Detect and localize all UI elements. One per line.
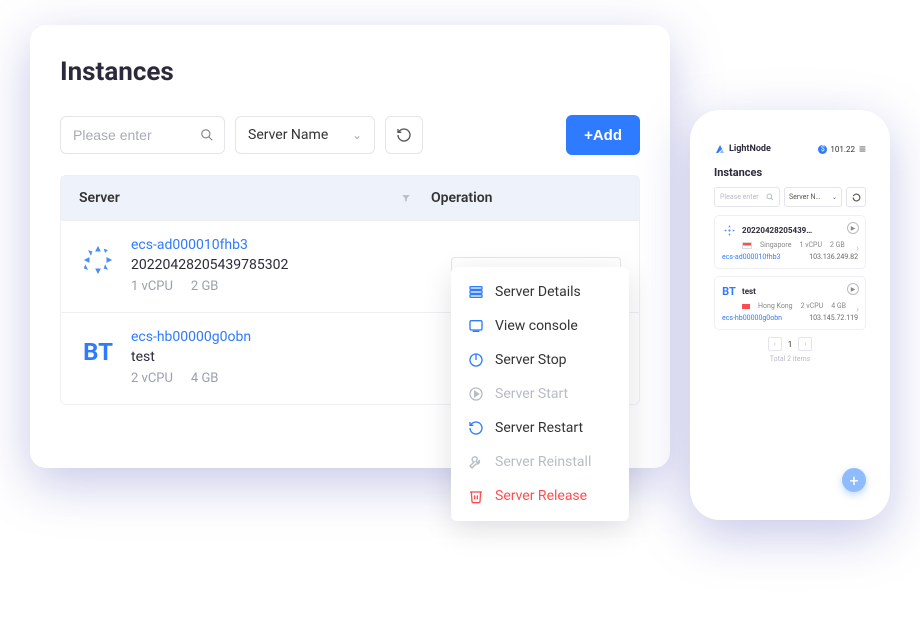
console-icon <box>467 317 485 335</box>
server-name-link[interactable]: ecs-ad000010fhb3 <box>131 237 451 253</box>
instances-table: Server Operation ecs-ad000010fhb3 202204… <box>60 175 640 405</box>
currency-icon: $ <box>818 145 827 154</box>
chevron-down-icon: ⌄ <box>832 194 837 201</box>
os-icon <box>79 241 117 279</box>
balance-badge[interactable]: $ 101.22 <box>818 145 855 154</box>
menu-server-restart[interactable]: Server Restart <box>451 411 629 445</box>
col-operation-label: Operation <box>431 190 492 206</box>
prev-page-button[interactable]: ‹ <box>768 337 782 351</box>
server-id: test <box>742 287 756 296</box>
chevron-right-icon: › <box>856 305 859 315</box>
menu-server-release[interactable]: Server Release <box>451 479 629 513</box>
server-specs: 2 vCPU4 GB <box>131 371 451 386</box>
power-icon <box>467 351 485 369</box>
hamburger-icon[interactable]: ≡ <box>859 142 866 156</box>
wrench-icon <box>467 453 485 471</box>
server-id: 20220428205439785302 <box>131 257 451 273</box>
server-name-link[interactable]: ecs-ad000010fhb3 <box>722 253 780 261</box>
phone-toolbar: Please enter Server N… ⌄ <box>714 187 866 207</box>
server-name-link[interactable]: ecs-hb00000g0obn <box>131 329 451 345</box>
table-header: Server Operation <box>61 176 639 220</box>
search-box[interactable] <box>60 116 225 154</box>
server-id: 20220428205439… <box>742 226 812 235</box>
menu-view-console[interactable]: View console <box>451 309 629 343</box>
col-server-label: Server <box>79 190 120 206</box>
actions-menu: Server Details View console Server Stop <box>451 267 629 521</box>
phone-total-count: Total 2 items <box>714 355 866 363</box>
cpu-label: 1 vCPU <box>799 241 822 249</box>
phone-search-input[interactable]: Please enter <box>714 187 780 207</box>
phone-refresh-button[interactable] <box>846 187 866 207</box>
phone-header: LightNode $ 101.22 ≡ <box>714 142 866 156</box>
server-name-link[interactable]: ecs-hb00000g0obn <box>722 314 782 322</box>
instances-panel: Instances Server Name ⌄ +Add Server <box>30 25 670 468</box>
cpu-label: 2 vCPU <box>801 302 824 310</box>
search-icon <box>766 193 774 201</box>
os-icon <box>722 223 736 237</box>
ip-address: 103.145.72.119 <box>809 314 858 322</box>
trash-icon <box>467 487 485 505</box>
filter-dropdown[interactable]: Server Name ⌄ <box>235 116 375 154</box>
flag-icon <box>742 304 750 309</box>
chevron-down-icon: ⌄ <box>352 128 362 142</box>
play-icon <box>467 385 485 403</box>
region-label: Singapore <box>760 241 791 249</box>
filter-icon[interactable] <box>401 193 411 203</box>
toolbar: Server Name ⌄ +Add <box>60 115 640 155</box>
page-number: 1 <box>785 340 796 349</box>
os-icon: BT <box>79 333 117 371</box>
restart-icon <box>467 419 485 437</box>
ram-label: 4 GB <box>831 302 846 310</box>
table-row: ecs-ad000010fhb3 20220428205439785302 1 … <box>61 220 639 312</box>
search-input[interactable] <box>71 126 200 144</box>
phone-page-title: Instances <box>714 166 866 179</box>
region-label: Hong Kong <box>758 302 793 310</box>
phone-instance-card[interactable]: BT test ▶ Hong Kong 2 vCPU 4 GB › ecs-hb… <box>714 276 866 330</box>
play-icon[interactable]: ▶ <box>847 222 859 234</box>
phone-pagination: ‹ 1 › <box>714 337 866 351</box>
phone-filter-dropdown[interactable]: Server N… ⌄ <box>784 187 842 207</box>
chevron-right-icon: › <box>856 244 859 254</box>
page-title: Instances <box>60 57 640 87</box>
menu-server-reinstall: Server Reinstall <box>451 445 629 479</box>
filter-label: Server Name <box>248 127 328 143</box>
server-id: test <box>131 349 451 365</box>
add-fab-button[interactable]: + <box>842 468 866 492</box>
next-page-button[interactable]: › <box>798 337 812 351</box>
search-icon <box>200 128 214 142</box>
play-icon[interactable]: ▶ <box>847 283 859 295</box>
menu-server-stop[interactable]: Server Stop <box>451 343 629 377</box>
phone-mockup: LightNode $ 101.22 ≡ Instances Please en… <box>690 110 890 520</box>
menu-server-details[interactable]: Server Details <box>451 275 629 309</box>
ram-label: 2 GB <box>830 241 845 249</box>
menu-server-start: Server Start <box>451 377 629 411</box>
ip-address: 103.136.249.82 <box>809 253 858 261</box>
details-icon <box>467 283 485 301</box>
os-icon: BT <box>722 284 736 298</box>
refresh-button[interactable] <box>385 116 423 154</box>
server-specs: 1 vCPU2 GB <box>131 279 451 294</box>
brand-logo: LightNode <box>714 143 771 155</box>
phone-instance-card[interactable]: 20220428205439… ▶ Singapore 1 vCPU 2 GB … <box>714 215 866 269</box>
flag-icon <box>742 242 752 249</box>
add-button[interactable]: +Add <box>566 115 640 155</box>
